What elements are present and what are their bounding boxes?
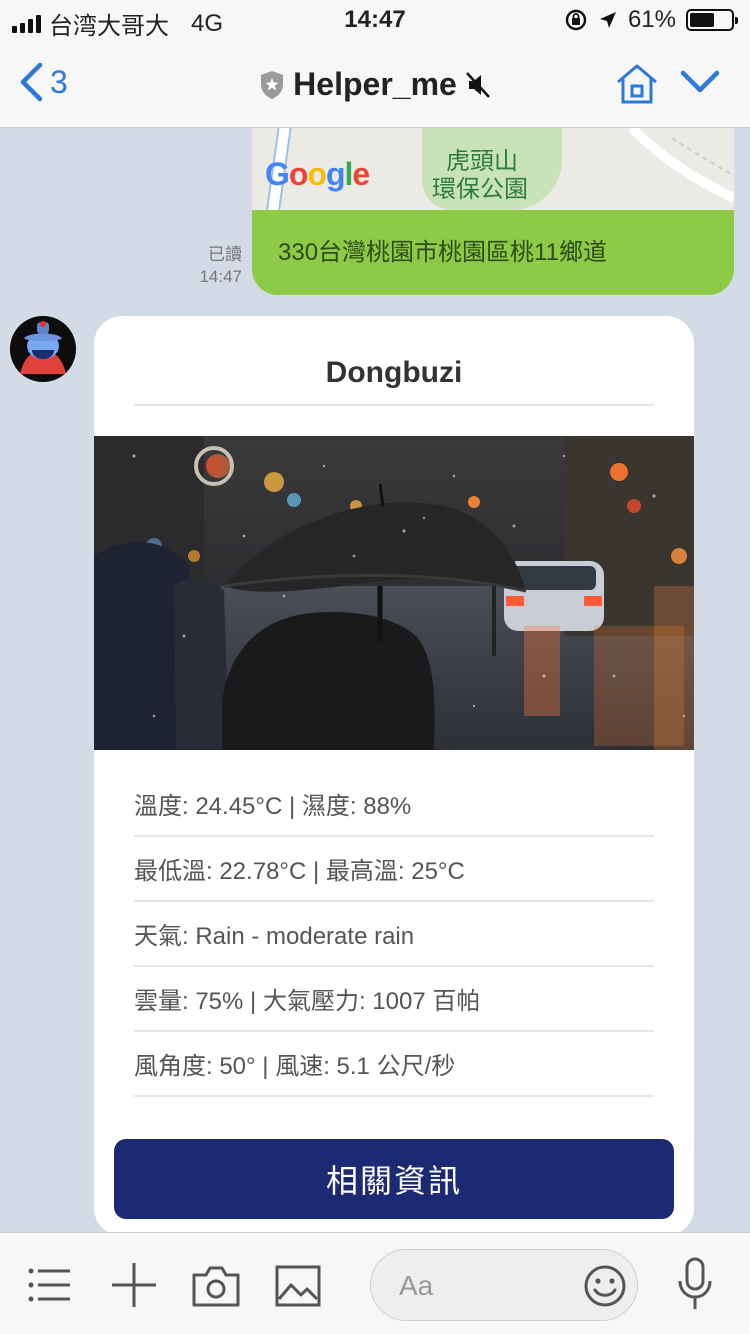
chat-title-text: Helper_me [293,66,457,102]
read-label: 已讀 [208,245,242,264]
message-toolbar: Aa [0,1232,750,1334]
rain-umbrella-image [94,436,694,750]
avatar[interactable] [10,316,76,382]
weather-details: 溫度: 24.45°C | 濕度: 88% 最低溫: 22.78°C | 最高溫… [134,772,654,1097]
weather-condition-row: 天氣: Rain - moderate rain [134,902,654,967]
min-max-temp-row: 最低溫: 22.78°C | 最高溫: 25°C [134,837,654,902]
battery-percent: 61% [627,6,676,33]
map-preview[interactable]: Google 虎頭山 環保公園 [252,128,734,210]
related-info-button[interactable]: 相關資訊 [114,1139,674,1219]
map-place-label: 虎頭山 環保公園 [432,148,528,203]
genie-avatar-icon [10,316,76,382]
microphone-icon[interactable] [676,1257,714,1311]
menu-list-icon[interactable] [28,1267,72,1303]
plus-icon[interactable] [110,1261,158,1309]
shield-star-icon [261,70,284,99]
battery-icon [686,9,738,31]
weather-card: Dongbuzi 溫度: 24.45°C | 濕度: 88% 最低溫: 22.7… [94,316,694,1236]
home-icon[interactable] [614,62,660,106]
wind-row: 風角度: 50° | 風速: 5.1 公尺/秒 [134,1032,654,1097]
rotation-lock-icon [565,9,587,31]
location-message[interactable]: Google 虎頭山 環保公園 330台灣桃園市桃園區桃11鄉道 [252,128,734,295]
google-logo: Google [265,156,370,192]
read-time: 14:47 [199,267,242,286]
weather-photo[interactable] [94,436,694,750]
emoji-icon[interactable] [583,1264,627,1308]
location-address: 330台灣桃園市桃園區桃11鄉道 [252,210,734,295]
mute-icon [465,71,490,98]
image-gallery-icon[interactable] [275,1265,321,1307]
status-bar: 台湾大哥大 4G 14:47 61% [0,0,750,40]
chat-header: 3 Helper_me [0,40,750,128]
location-arrow-icon [599,12,616,28]
cloud-pressure-row: 雲量: 75% | 大氣壓力: 1007 百帕 [134,967,654,1032]
message-input-placeholder: Aa [399,1270,434,1301]
chevron-down-icon[interactable] [680,68,720,96]
read-receipt: 已讀 14:47 [186,244,242,288]
card-title: Dongbuzi [134,356,654,406]
temperature-row: 溫度: 24.45°C | 濕度: 88% [134,772,654,837]
camera-icon[interactable] [192,1265,240,1307]
message-input[interactable]: Aa [370,1249,638,1321]
